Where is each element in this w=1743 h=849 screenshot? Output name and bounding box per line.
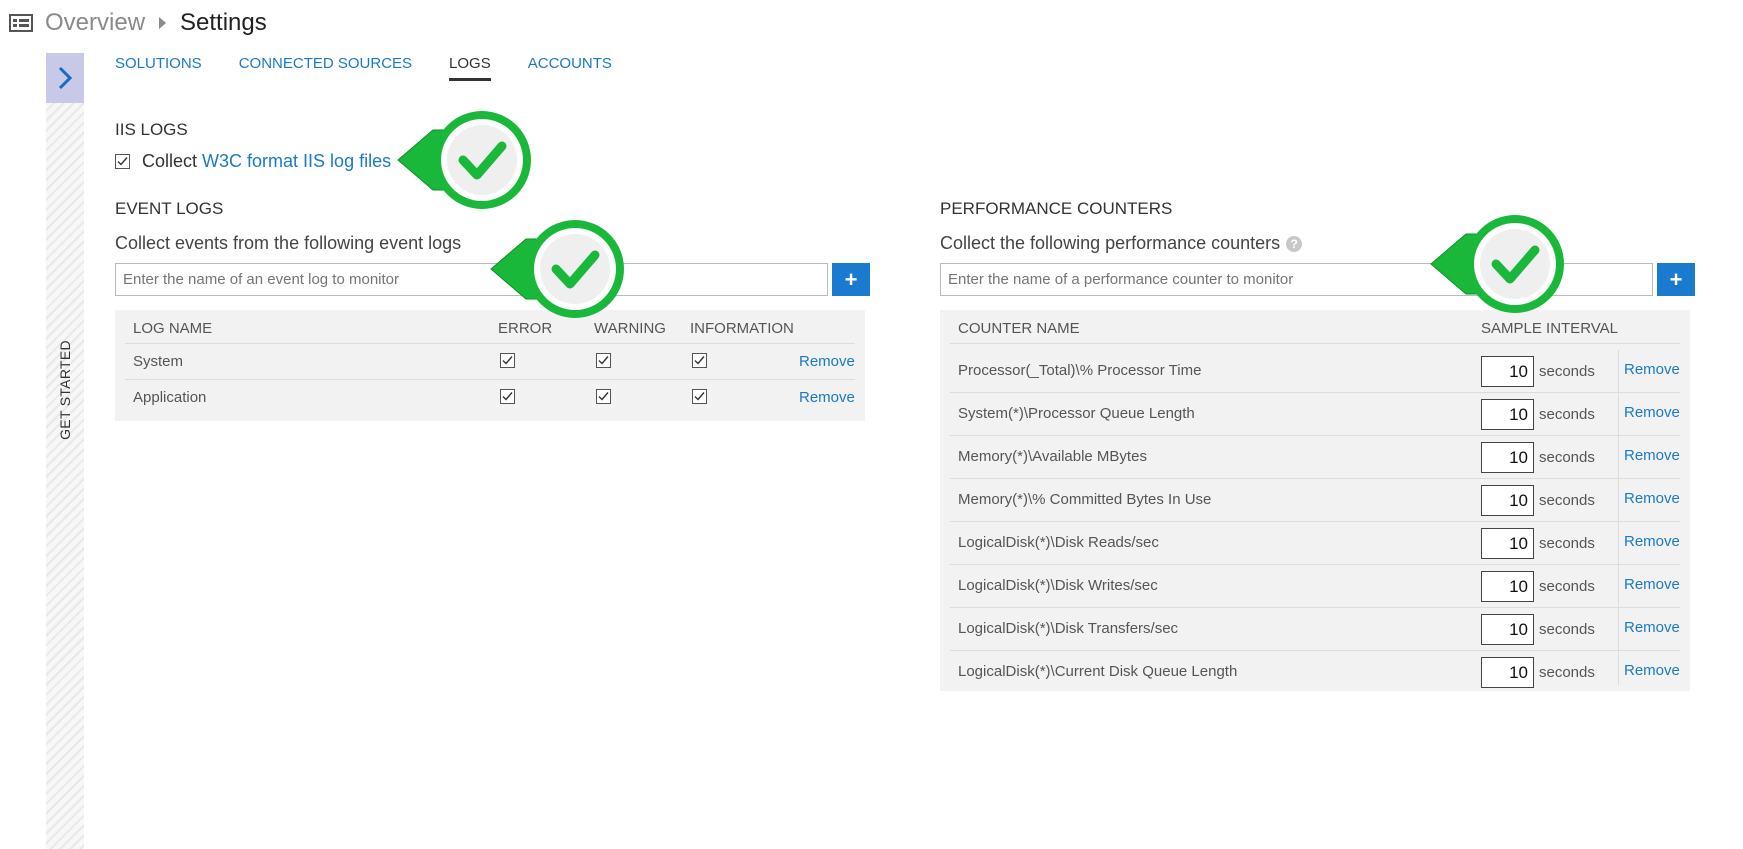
interval-unit: seconds [1539,363,1595,380]
plus-icon: + [844,266,858,292]
sample-interval-input[interactable]: 10 [1481,657,1534,688]
remove-counter-link[interactable]: Remove [1624,662,1680,679]
plus-icon: + [1669,266,1683,292]
check-badge-icon [1430,215,1564,313]
row-divider [950,607,1680,608]
counter-name: Memory(*)\% Committed Bytes In Use [958,491,1212,508]
interval-unit: seconds [1539,449,1595,466]
col-sample-interval: SAMPLE INTERVAL [1481,320,1618,337]
event-log-name: System [133,353,184,370]
chevron-right-icon [58,66,73,90]
error-checkbox[interactable] [500,353,515,368]
counter-name: LogicalDisk(*)\Current Disk Queue Length [958,663,1238,680]
tab-bar: SOLUTIONS CONNECTED SOURCES LOGS ACCOUNT… [115,55,649,81]
check-badge-icon [397,111,531,209]
perf-counters-title: PERFORMANCE COUNTERS [940,199,1173,218]
sample-interval-input[interactable]: 10 [1481,528,1534,559]
interval-unit: seconds [1539,664,1595,681]
row-divider [950,564,1680,565]
row-divider [950,650,1680,651]
help-icon[interactable]: ? [1286,235,1303,252]
get-started-label[interactable]: GET STARTED [50,335,80,445]
add-perf-counter-button[interactable]: + [1657,263,1695,296]
sample-interval-input[interactable]: 10 [1481,356,1534,387]
event-log-name: Application [133,389,207,406]
information-checkbox[interactable] [692,389,707,404]
iis-collect-label: Collect [142,151,198,171]
remove-counter-link[interactable]: Remove [1624,619,1680,636]
event-log-input[interactable] [115,263,828,296]
interval-unit: seconds [1539,578,1595,595]
checkbox-checked-icon [598,356,609,365]
counter-name: LogicalDisk(*)\Disk Reads/sec [958,534,1159,551]
checkbox-checked-icon [694,356,705,365]
iis-collect-row: Collect W3C format IIS log files [115,151,391,172]
col-warning: WARNING [594,320,666,337]
perf-counters-table: COUNTER NAME SAMPLE INTERVAL Processor(_… [940,310,1690,691]
check-badge-icon [490,220,624,318]
perf-counters-subtitle-row: Collect the following performance counte… [940,233,1303,254]
get-started-rail [46,53,84,849]
checkbox-checked-icon [598,392,609,401]
event-logs-table: LOG NAME ERROR WARNING INFORMATION Syste… [115,310,865,421]
checkbox-checked-icon [694,392,705,401]
col-counter-name: COUNTER NAME [958,320,1080,337]
row-divider [950,435,1680,436]
breadcrumb: Overview Settings [9,6,267,40]
remove-event-log-link[interactable]: Remove [799,353,855,370]
breadcrumb-overview-link[interactable]: Overview [45,9,145,37]
server-icon [9,14,33,32]
tab-accounts[interactable]: ACCOUNTS [528,55,612,81]
tab-solutions[interactable]: SOLUTIONS [115,55,202,81]
interval-unit: seconds [1539,535,1595,552]
interval-unit: seconds [1539,621,1595,638]
warning-checkbox[interactable] [596,389,611,404]
remove-event-log-link[interactable]: Remove [799,389,855,406]
event-logs-subtitle: Collect events from the following event … [115,233,462,253]
information-checkbox[interactable] [692,353,707,368]
remove-counter-link[interactable]: Remove [1624,447,1680,464]
page-title: Settings [180,9,267,36]
remove-counter-link[interactable]: Remove [1624,361,1680,378]
iis-logs-title: IIS LOGS [115,120,188,139]
warning-checkbox[interactable] [596,353,611,368]
remove-counter-link[interactable]: Remove [1624,576,1680,593]
sample-interval-input[interactable]: 10 [1481,614,1534,645]
remove-counter-link[interactable]: Remove [1624,533,1680,550]
remove-counter-link[interactable]: Remove [1624,490,1680,507]
remove-counter-link[interactable]: Remove [1624,404,1680,421]
error-checkbox[interactable] [500,389,515,404]
sample-interval-input[interactable]: 10 [1481,485,1534,516]
breadcrumb-separator-icon [159,17,167,29]
event-logs-title: EVENT LOGS [115,199,224,218]
rail-expand-button[interactable] [46,53,84,103]
checkbox-checked-icon [117,157,128,166]
counter-name: LogicalDisk(*)\Disk Writes/sec [958,577,1158,594]
iis-w3c-link[interactable]: W3C format IIS log files [202,151,391,172]
checkbox-checked-icon [502,392,513,401]
col-information: INFORMATION [690,320,794,337]
sample-interval-input[interactable]: 10 [1481,399,1534,430]
interval-unit: seconds [1539,492,1595,509]
col-error: ERROR [498,320,553,337]
add-event-log-button[interactable]: + [832,263,870,296]
checkbox-checked-icon [502,356,513,365]
sample-interval-input[interactable]: 10 [1481,571,1534,602]
sample-interval-input[interactable]: 10 [1481,442,1534,473]
row-divider [950,478,1680,479]
col-log-name: LOG NAME [133,320,213,337]
tab-logs[interactable]: LOGS [449,55,491,81]
tab-connected-sources[interactable]: CONNECTED SOURCES [239,55,412,81]
row-divider [950,392,1680,393]
interval-unit: seconds [1539,406,1595,423]
perf-counters-subtitle: Collect the following performance counte… [940,233,1281,253]
counter-name: LogicalDisk(*)\Disk Transfers/sec [958,620,1179,637]
iis-collect-checkbox[interactable] [115,154,130,169]
row-divider [950,521,1680,522]
counter-name: System(*)\Processor Queue Length [958,405,1195,422]
counter-name: Memory(*)\Available MBytes [958,448,1147,465]
counter-name: Processor(_Total)\% Processor Time [958,362,1202,379]
